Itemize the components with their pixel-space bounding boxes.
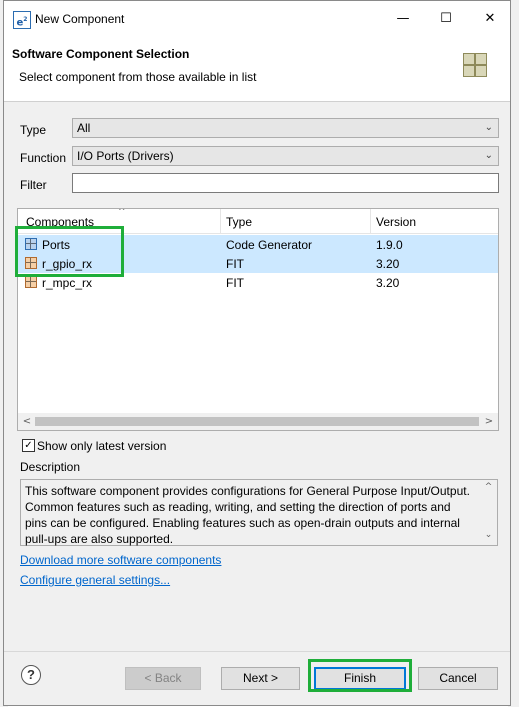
wizard-header: Software Component Selection Select comp…: [4, 39, 510, 102]
description-box: This software component provides configu…: [20, 479, 498, 546]
annotation-highlight-components: [15, 226, 124, 277]
component-grid-icon: [463, 53, 487, 77]
help-icon[interactable]: ?: [21, 665, 41, 685]
component-version: 3.20: [376, 257, 400, 271]
description-label: Description: [20, 460, 81, 474]
column-header-type[interactable]: Type: [226, 215, 252, 229]
minimize-button[interactable]: —: [389, 7, 417, 31]
show-latest-label[interactable]: Show only latest version: [37, 439, 166, 453]
close-button[interactable]: ✕: [476, 7, 504, 31]
next-button[interactable]: Next >: [221, 667, 300, 690]
orange-grid-icon: [25, 276, 37, 288]
component-type: FIT: [226, 257, 244, 271]
back-button[interactable]: < Back: [125, 667, 201, 690]
annotation-highlight-finish: [308, 659, 412, 692]
column-header-version[interactable]: Version: [376, 215, 416, 229]
component-name: r_mpc_rx: [42, 276, 93, 290]
scroll-left-icon[interactable]: <: [20, 414, 34, 429]
horizontal-scrollbar[interactable]: < >: [18, 413, 498, 430]
component-version: 3.20: [376, 276, 400, 290]
title-bar: e2 New Component — ☐ ✕: [4, 1, 510, 39]
filter-input[interactable]: [72, 173, 499, 193]
configure-settings-link[interactable]: Configure general settings...: [20, 573, 170, 587]
scroll-up-icon[interactable]: ^: [480, 482, 497, 496]
page-title: Software Component Selection: [12, 47, 190, 61]
scroll-thumb[interactable]: [35, 417, 479, 426]
download-components-link[interactable]: Download more software components: [20, 553, 221, 567]
filter-label: Filter: [20, 178, 47, 192]
new-component-dialog: e2 New Component — ☐ ✕ Software Componen…: [3, 0, 511, 706]
window-title: New Component: [35, 12, 125, 26]
footer-divider: [4, 651, 510, 652]
type-label: Type: [20, 123, 47, 137]
show-latest-checkbox[interactable]: ✓: [22, 439, 35, 452]
column-divider[interactable]: [220, 209, 221, 233]
function-label: Function: [20, 151, 67, 165]
type-select-value: All: [77, 121, 91, 135]
chevron-down-icon: ⌄: [484, 150, 493, 161]
sort-ascending-icon: ^: [118, 208, 126, 217]
scroll-down-icon[interactable]: ⌄: [480, 530, 497, 544]
component-version: 1.9.0: [376, 238, 403, 252]
description-text: This software component provides configu…: [25, 484, 470, 546]
component-type: Code Generator: [226, 238, 313, 252]
function-select[interactable]: I/O Ports (Drivers) ⌄: [72, 146, 499, 166]
maximize-button[interactable]: ☐: [432, 7, 460, 31]
page-description: Select component from those available in…: [19, 70, 257, 84]
scroll-right-icon[interactable]: >: [482, 414, 496, 429]
type-select[interactable]: All ⌄: [72, 118, 499, 138]
component-type: FIT: [226, 276, 244, 290]
e2-studio-app-icon: e2: [13, 11, 31, 29]
chevron-down-icon: ⌄: [484, 122, 493, 133]
vertical-scrollbar[interactable]: ^ ⌄: [480, 480, 497, 545]
function-select-value: I/O Ports (Drivers): [77, 149, 174, 163]
cancel-button[interactable]: Cancel: [418, 667, 498, 690]
column-divider[interactable]: [370, 209, 371, 233]
